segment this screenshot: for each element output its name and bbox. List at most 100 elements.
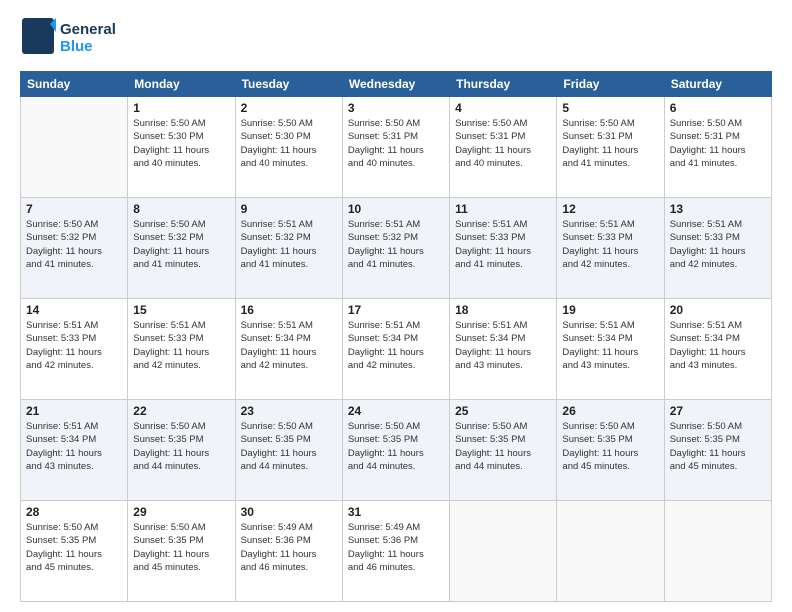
calendar-cell: 1 Sunrise: 5:50 AMSunset: 5:30 PMDaylight… bbox=[128, 97, 235, 198]
calendar-cell: 4 Sunrise: 5:50 AMSunset: 5:31 PMDaylight… bbox=[450, 97, 557, 198]
calendar-cell: 2 Sunrise: 5:50 AMSunset: 5:30 PMDaylight… bbox=[235, 97, 342, 198]
day-number: 22 bbox=[133, 404, 229, 418]
calendar-cell: 12 Sunrise: 5:51 AMSunset: 5:33 PMDayligh… bbox=[557, 198, 664, 299]
cell-content: Sunrise: 5:51 AMSunset: 5:34 PMDaylight:… bbox=[241, 319, 337, 372]
day-number: 17 bbox=[348, 303, 444, 317]
calendar-cell: 14 Sunrise: 5:51 AMSunset: 5:33 PMDayligh… bbox=[21, 299, 128, 400]
day-number: 30 bbox=[241, 505, 337, 519]
day-number: 31 bbox=[348, 505, 444, 519]
cell-content: Sunrise: 5:50 AMSunset: 5:35 PMDaylight:… bbox=[133, 420, 229, 473]
weekday-header-friday: Friday bbox=[557, 72, 664, 97]
calendar-cell bbox=[557, 501, 664, 602]
day-number: 18 bbox=[455, 303, 551, 317]
day-number: 11 bbox=[455, 202, 551, 216]
calendar-table: SundayMondayTuesdayWednesdayThursdayFrid… bbox=[20, 71, 772, 602]
calendar-week-1: 1 Sunrise: 5:50 AMSunset: 5:30 PMDaylight… bbox=[21, 97, 772, 198]
calendar-cell: 3 Sunrise: 5:50 AMSunset: 5:31 PMDaylight… bbox=[342, 97, 449, 198]
day-number: 25 bbox=[455, 404, 551, 418]
day-number: 23 bbox=[241, 404, 337, 418]
cell-content: Sunrise: 5:50 AMSunset: 5:30 PMDaylight:… bbox=[133, 117, 229, 170]
cell-content: Sunrise: 5:50 AMSunset: 5:35 PMDaylight:… bbox=[26, 521, 122, 574]
day-number: 13 bbox=[670, 202, 766, 216]
cell-content: Sunrise: 5:51 AMSunset: 5:33 PMDaylight:… bbox=[562, 218, 658, 271]
calendar-cell: 27 Sunrise: 5:50 AMSunset: 5:35 PMDayligh… bbox=[664, 400, 771, 501]
day-number: 10 bbox=[348, 202, 444, 216]
cell-content: Sunrise: 5:50 AMSunset: 5:32 PMDaylight:… bbox=[133, 218, 229, 271]
cell-content: Sunrise: 5:50 AMSunset: 5:35 PMDaylight:… bbox=[241, 420, 337, 473]
cell-content: Sunrise: 5:49 AMSunset: 5:36 PMDaylight:… bbox=[241, 521, 337, 574]
calendar-cell: 25 Sunrise: 5:50 AMSunset: 5:35 PMDayligh… bbox=[450, 400, 557, 501]
weekday-header-monday: Monday bbox=[128, 72, 235, 97]
calendar-cell: 15Sunrise: 5:51 AMSunset: 5:33 PMDayligh… bbox=[128, 299, 235, 400]
cell-content: Sunrise: 5:50 AMSunset: 5:32 PMDaylight:… bbox=[26, 218, 122, 271]
cell-content: Sunrise: 5:51 AMSunset: 5:34 PMDaylight:… bbox=[562, 319, 658, 372]
calendar-cell: 17Sunrise: 5:51 AMSunset: 5:34 PMDayligh… bbox=[342, 299, 449, 400]
calendar-cell: 13Sunrise: 5:51 AMSunset: 5:33 PMDayligh… bbox=[664, 198, 771, 299]
day-number: 14 bbox=[26, 303, 122, 317]
day-number: 15 bbox=[133, 303, 229, 317]
cell-content: Sunrise: 5:49 AMSunset: 5:36 PMDaylight:… bbox=[348, 521, 444, 574]
weekday-header-row: SundayMondayTuesdayWednesdayThursdayFrid… bbox=[21, 72, 772, 97]
day-number: 7 bbox=[26, 202, 122, 216]
day-number: 8 bbox=[133, 202, 229, 216]
day-number: 6 bbox=[670, 101, 766, 115]
calendar-cell: 19 Sunrise: 5:51 AMSunset: 5:34 PMDayligh… bbox=[557, 299, 664, 400]
cell-content: Sunrise: 5:51 AMSunset: 5:34 PMDaylight:… bbox=[26, 420, 122, 473]
day-number: 4 bbox=[455, 101, 551, 115]
day-number: 21 bbox=[26, 404, 122, 418]
cell-content: Sunrise: 5:50 AMSunset: 5:35 PMDaylight:… bbox=[670, 420, 766, 473]
cell-content: Sunrise: 5:50 AMSunset: 5:31 PMDaylight:… bbox=[348, 117, 444, 170]
day-number: 19 bbox=[562, 303, 658, 317]
calendar-cell: 24 Sunrise: 5:50 AMSunset: 5:35 PMDayligh… bbox=[342, 400, 449, 501]
calendar-week-4: 21 Sunrise: 5:51 AMSunset: 5:34 PMDayligh… bbox=[21, 400, 772, 501]
day-number: 9 bbox=[241, 202, 337, 216]
calendar-week-3: 14 Sunrise: 5:51 AMSunset: 5:33 PMDayligh… bbox=[21, 299, 772, 400]
day-number: 24 bbox=[348, 404, 444, 418]
calendar-cell: 8 Sunrise: 5:50 AMSunset: 5:32 PMDaylight… bbox=[128, 198, 235, 299]
cell-content: Sunrise: 5:51 AMSunset: 5:34 PMDaylight:… bbox=[455, 319, 551, 372]
weekday-header-saturday: Saturday bbox=[664, 72, 771, 97]
calendar-cell bbox=[21, 97, 128, 198]
calendar-cell: 30 Sunrise: 5:49 AMSunset: 5:36 PMDayligh… bbox=[235, 501, 342, 602]
cell-content: Sunrise: 5:51 AMSunset: 5:33 PMDaylight:… bbox=[26, 319, 122, 372]
weekday-header-tuesday: Tuesday bbox=[235, 72, 342, 97]
day-number: 3 bbox=[348, 101, 444, 115]
cell-content: Sunrise: 5:51 AMSunset: 5:32 PMDaylight:… bbox=[348, 218, 444, 271]
calendar-week-5: 28 Sunrise: 5:50 AMSunset: 5:35 PMDayligh… bbox=[21, 501, 772, 602]
calendar-cell: 31 Sunrise: 5:49 AMSunset: 5:36 PMDayligh… bbox=[342, 501, 449, 602]
day-number: 5 bbox=[562, 101, 658, 115]
calendar-cell: 10 Sunrise: 5:51 AMSunset: 5:32 PMDayligh… bbox=[342, 198, 449, 299]
calendar-week-2: 7 Sunrise: 5:50 AMSunset: 5:32 PMDaylight… bbox=[21, 198, 772, 299]
calendar-cell: 9Sunrise: 5:51 AMSunset: 5:32 PMDaylight… bbox=[235, 198, 342, 299]
day-number: 20 bbox=[670, 303, 766, 317]
calendar-cell bbox=[450, 501, 557, 602]
cell-content: Sunrise: 5:50 AMSunset: 5:31 PMDaylight:… bbox=[562, 117, 658, 170]
header: General Blue bbox=[20, 16, 772, 61]
day-number: 28 bbox=[26, 505, 122, 519]
cell-content: Sunrise: 5:50 AMSunset: 5:35 PMDaylight:… bbox=[348, 420, 444, 473]
logo: General Blue bbox=[20, 16, 116, 61]
cell-content: Sunrise: 5:50 AMSunset: 5:30 PMDaylight:… bbox=[241, 117, 337, 170]
weekday-header-sunday: Sunday bbox=[21, 72, 128, 97]
weekday-header-thursday: Thursday bbox=[450, 72, 557, 97]
weekday-header-wednesday: Wednesday bbox=[342, 72, 449, 97]
day-number: 2 bbox=[241, 101, 337, 115]
cell-content: Sunrise: 5:50 AMSunset: 5:31 PMDaylight:… bbox=[455, 117, 551, 170]
day-number: 12 bbox=[562, 202, 658, 216]
calendar-cell bbox=[664, 501, 771, 602]
logo-text: General Blue bbox=[60, 22, 116, 55]
cell-content: Sunrise: 5:51 AMSunset: 5:34 PMDaylight:… bbox=[670, 319, 766, 372]
calendar-cell: 11Sunrise: 5:51 AMSunset: 5:33 PMDayligh… bbox=[450, 198, 557, 299]
day-number: 1 bbox=[133, 101, 229, 115]
day-number: 26 bbox=[562, 404, 658, 418]
cell-content: Sunrise: 5:50 AMSunset: 5:35 PMDaylight:… bbox=[455, 420, 551, 473]
page: General Blue SundayMondayTuesdayWednesda… bbox=[0, 0, 792, 612]
calendar-cell: 29Sunrise: 5:50 AMSunset: 5:35 PMDayligh… bbox=[128, 501, 235, 602]
calendar-cell: 22 Sunrise: 5:50 AMSunset: 5:35 PMDayligh… bbox=[128, 400, 235, 501]
cell-content: Sunrise: 5:50 AMSunset: 5:35 PMDaylight:… bbox=[562, 420, 658, 473]
calendar-cell: 18 Sunrise: 5:51 AMSunset: 5:34 PMDayligh… bbox=[450, 299, 557, 400]
calendar-cell: 21 Sunrise: 5:51 AMSunset: 5:34 PMDayligh… bbox=[21, 400, 128, 501]
calendar-cell: 16Sunrise: 5:51 AMSunset: 5:34 PMDayligh… bbox=[235, 299, 342, 400]
calendar-cell: 26 Sunrise: 5:50 AMSunset: 5:35 PMDayligh… bbox=[557, 400, 664, 501]
day-number: 27 bbox=[670, 404, 766, 418]
